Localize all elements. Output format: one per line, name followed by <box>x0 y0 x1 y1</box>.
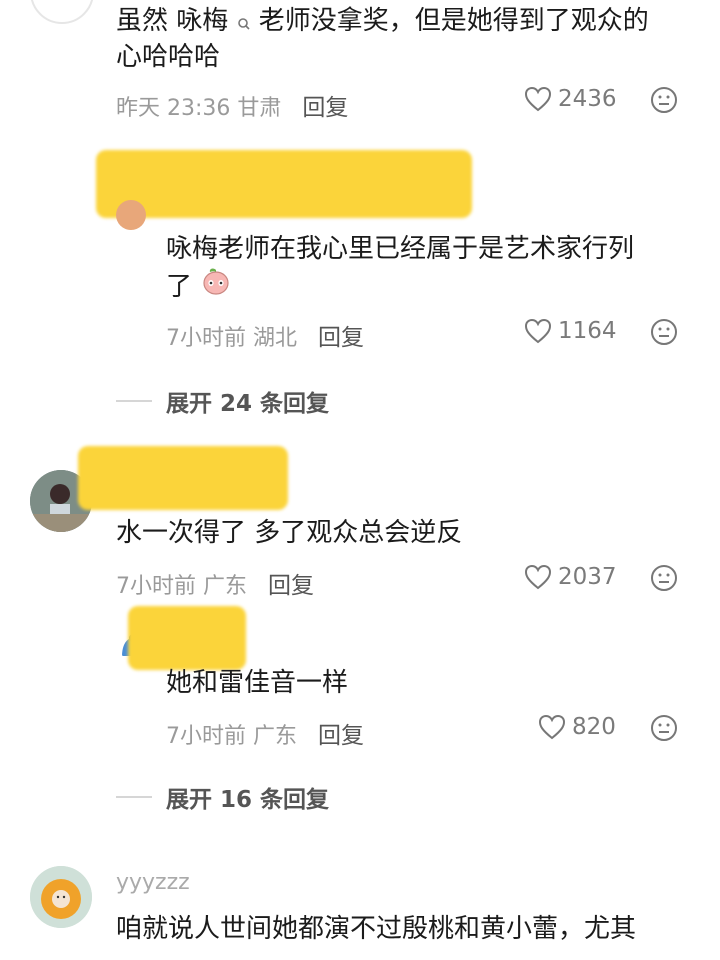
emoji-icon <box>651 87 677 113</box>
expand-label: 展开 16 条回复 <box>166 787 330 813</box>
search-icon <box>237 2 251 44</box>
comment-1-time: 昨天 23:36 <box>116 96 231 121</box>
expand-replies-button[interactable]: 展开 24 条回复 <box>116 384 329 418</box>
comment-4-text: 她和雷佳音一样 <box>166 668 349 698</box>
expand-replies-button[interactable]: 展开 16 条回复 <box>116 780 329 814</box>
comment-1-location: 甘肃 <box>237 96 282 121</box>
reply-button[interactable]: 回复 <box>268 573 314 599</box>
emoji-icon <box>651 565 677 591</box>
like-count: 2436 <box>558 86 617 112</box>
divider <box>116 400 152 402</box>
comment-2-location: 湖北 <box>253 326 298 351</box>
comment-3-location: 广东 <box>203 574 248 599</box>
peach-emoji-icon <box>200 266 232 309</box>
comment-2-meta: 7小时前 湖北 回复 <box>166 318 364 352</box>
like-button[interactable]: 2037 <box>524 564 617 590</box>
comment-4-location: 广东 <box>253 724 298 749</box>
reply-button[interactable]: 回复 <box>318 325 364 351</box>
like-button[interactable]: 820 <box>538 714 616 740</box>
like-button[interactable]: 2436 <box>524 86 617 112</box>
redacted-username <box>128 606 246 670</box>
like-button[interactable]: 1164 <box>524 318 617 344</box>
reply-button[interactable]: 回复 <box>318 723 364 749</box>
redacted-username <box>96 150 472 218</box>
comment-3-text: 水一次得了 多了观众总会逆反 <box>116 518 463 548</box>
divider <box>116 796 152 798</box>
comment-2-text: 咏梅老师在我心里已经属于是艺术家行列 <box>166 234 635 264</box>
comment-3-time: 7小时前 <box>116 574 196 599</box>
comment-1-meta: 昨天 23:36 甘肃 回复 <box>116 88 348 122</box>
comment-2-text-part2: 了 <box>166 272 193 302</box>
heart-icon <box>524 318 552 344</box>
emoji-react-button[interactable] <box>650 714 678 742</box>
reply-button[interactable]: 回复 <box>302 95 348 121</box>
comment-4-time: 7小时前 <box>166 724 246 749</box>
emoji-icon <box>651 715 677 741</box>
comment-2-text-line2: 了 <box>166 266 232 309</box>
top-avatar-partial[interactable] <box>30 0 94 24</box>
emoji-icon <box>651 319 677 345</box>
avatar[interactable] <box>116 200 146 230</box>
comment-1-text-line2: 心哈哈哈 <box>116 42 221 72</box>
comment-1-text-part1: 虽然 咏梅 <box>116 6 229 36</box>
comment-4-meta: 7小时前 广东 回复 <box>166 716 364 750</box>
like-count: 1164 <box>558 318 617 344</box>
emoji-react-button[interactable] <box>650 564 678 592</box>
like-count: 820 <box>572 714 616 740</box>
avatar[interactable] <box>30 866 92 928</box>
comment-1-text-part2: 老师没拿奖，但是她得到了观众的 <box>258 6 649 36</box>
redacted-username <box>78 446 288 510</box>
heart-icon <box>524 564 552 590</box>
comment-3-meta: 7小时前 广东 回复 <box>116 566 314 600</box>
expand-label: 展开 24 条回复 <box>166 391 330 417</box>
comment-5-text: 咱就说人世间她都演不过殷桃和黄小蕾，尤其 <box>116 914 637 944</box>
like-count: 2037 <box>558 564 617 590</box>
comment-5-text-overflow <box>116 948 326 960</box>
heart-icon <box>524 86 552 112</box>
comment-2-time: 7小时前 <box>166 326 246 351</box>
comment-5-username[interactable]: yyyzzz <box>116 870 190 895</box>
emoji-react-button[interactable] <box>650 318 678 346</box>
heart-icon <box>538 714 566 740</box>
emoji-react-button[interactable] <box>650 86 678 114</box>
